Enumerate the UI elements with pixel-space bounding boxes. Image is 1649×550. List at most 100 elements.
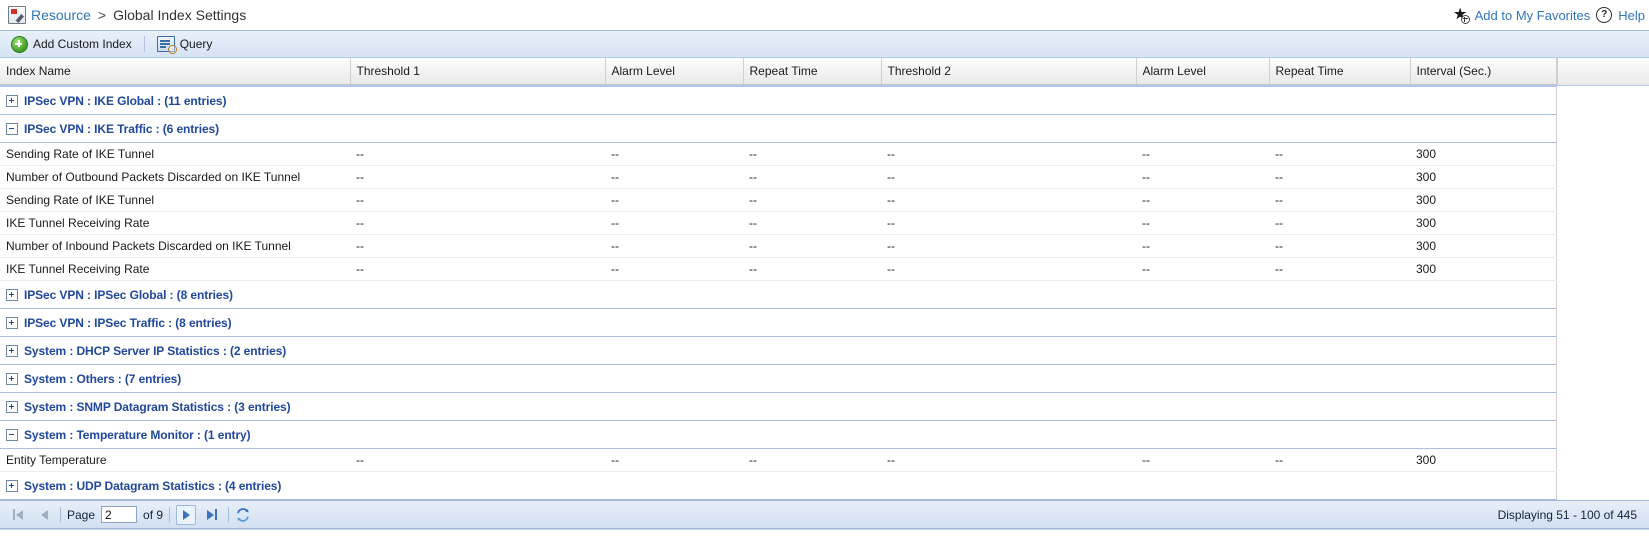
group-title: System : SNMP Datagram Statistics : (3 e…: [24, 400, 291, 414]
column-header-alarm-level-2[interactable]: Alarm Level: [1136, 58, 1269, 85]
group-title: System : DHCP Server IP Statistics : (2 …: [24, 344, 286, 358]
group-header-cell[interactable]: System : Others : (7 entries): [0, 365, 1556, 393]
cell-interval: 300: [1410, 258, 1556, 281]
cell-threshold-2: --: [881, 258, 1136, 281]
group-title: IPSec VPN : IKE Traffic : (6 entries): [24, 122, 219, 136]
collapse-icon[interactable]: [6, 123, 18, 135]
cell-alarm-level-2: --: [1136, 235, 1269, 258]
group-row[interactable]: System : SNMP Datagram Statistics : (3 e…: [0, 393, 1556, 421]
expand-icon[interactable]: [6, 480, 18, 492]
cell-alarm-level-1: --: [605, 143, 743, 166]
cell-repeat-time-2: --: [1269, 189, 1410, 212]
column-header-repeat-time-2[interactable]: Repeat Time: [1269, 58, 1410, 85]
group-row[interactable]: System : Temperature Monitor : (1 entry): [0, 421, 1556, 449]
cell-index-name: Number of Outbound Packets Discarded on …: [0, 166, 350, 189]
cell-threshold-2: --: [881, 235, 1136, 258]
column-header-threshold-2[interactable]: Threshold 2: [881, 58, 1136, 85]
column-header-repeat-time-1[interactable]: Repeat Time: [743, 58, 881, 85]
group-header-cell[interactable]: System : Temperature Monitor : (1 entry): [0, 421, 1556, 449]
page-title: Global Index Settings: [113, 7, 246, 23]
resource-icon: [8, 6, 26, 24]
refresh-icon[interactable]: [235, 507, 251, 523]
cell-alarm-level-1: --: [605, 235, 743, 258]
index-grid: Index Name Threshold 1 Alarm Level Repea…: [0, 58, 1649, 500]
cell-alarm-level-1: --: [605, 212, 743, 235]
add-custom-index-button[interactable]: Add Custom Index: [6, 33, 137, 56]
expand-icon[interactable]: [6, 373, 18, 385]
cell-repeat-time-1: --: [743, 258, 881, 281]
group-row[interactable]: IPSec VPN : IPSec Global : (8 entries): [0, 281, 1556, 309]
cell-threshold-1: --: [350, 212, 605, 235]
table-row[interactable]: IKE Tunnel Receiving Rate------------300: [0, 258, 1556, 281]
next-page-icon[interactable]: [176, 505, 196, 525]
global-index-settings-panel: Add Custom Index Query Index Name Thresh…: [0, 30, 1649, 529]
cell-interval: 300: [1410, 212, 1556, 235]
group-header-cell[interactable]: IPSec VPN : IKE Global : (11 entries): [0, 87, 1556, 115]
group-header-cell[interactable]: IPSec VPN : IPSec Traffic : (8 entries): [0, 309, 1556, 337]
expand-icon[interactable]: [6, 345, 18, 357]
cell-repeat-time-2: --: [1269, 143, 1410, 166]
group-title: IPSec VPN : IPSec Global : (8 entries): [24, 288, 233, 302]
table-row[interactable]: Entity Temperature------------300: [0, 449, 1556, 472]
group-row[interactable]: IPSec VPN : IKE Traffic : (6 entries): [0, 115, 1556, 143]
cell-repeat-time-1: --: [743, 449, 881, 472]
table-row[interactable]: Number of Inbound Packets Discarded on I…: [0, 235, 1556, 258]
column-header-index-name[interactable]: Index Name: [0, 58, 350, 85]
group-title: System : UDP Datagram Statistics : (4 en…: [24, 479, 281, 493]
group-header-cell[interactable]: System : DHCP Server IP Statistics : (2 …: [0, 337, 1556, 365]
column-header-threshold-1[interactable]: Threshold 1: [350, 58, 605, 85]
pager-divider-2: [169, 507, 170, 522]
cell-repeat-time-1: --: [743, 143, 881, 166]
group-header-cell[interactable]: IPSec VPN : IPSec Global : (8 entries): [0, 281, 1556, 309]
cell-threshold-2: --: [881, 212, 1136, 235]
breadcrumb: Resource > Global Index Settings: [8, 6, 246, 24]
collapse-icon[interactable]: [6, 429, 18, 441]
group-title: System : Temperature Monitor : (1 entry): [24, 428, 251, 442]
cell-alarm-level-2: --: [1136, 189, 1269, 212]
expand-icon[interactable]: [6, 95, 18, 107]
star-plus-icon[interactable]: [1454, 8, 1469, 23]
prev-page-icon[interactable]: [34, 505, 54, 525]
table-row[interactable]: Sending Rate of IKE Tunnel------------30…: [0, 189, 1556, 212]
query-label: Query: [180, 37, 213, 51]
grid-header-wrap: Index Name Threshold 1 Alarm Level Repea…: [0, 58, 1649, 86]
question-circle-icon[interactable]: ?: [1596, 7, 1612, 23]
expand-icon[interactable]: [6, 289, 18, 301]
group-header-cell[interactable]: System : UDP Datagram Statistics : (4 en…: [0, 472, 1556, 500]
group-header-cell[interactable]: IPSec VPN : IKE Traffic : (6 entries): [0, 115, 1556, 143]
query-button[interactable]: Query: [152, 33, 218, 55]
cell-index-name: IKE Tunnel Receiving Rate: [0, 258, 350, 281]
column-header-alarm-level-1[interactable]: Alarm Level: [605, 58, 743, 85]
group-row[interactable]: System : DHCP Server IP Statistics : (2 …: [0, 337, 1556, 365]
help-link[interactable]: Help: [1618, 8, 1645, 23]
cell-threshold-1: --: [350, 189, 605, 212]
group-header-cell[interactable]: System : SNMP Datagram Statistics : (3 e…: [0, 393, 1556, 421]
group-title: IPSec VPN : IPSec Traffic : (8 entries): [24, 316, 232, 330]
grid-body: IPSec VPN : IKE Global : (11 entries) IPS…: [0, 87, 1556, 500]
table-row[interactable]: Sending Rate of IKE Tunnel------------30…: [0, 143, 1556, 166]
expand-icon[interactable]: [6, 401, 18, 413]
group-title: System : Others : (7 entries): [24, 372, 181, 386]
group-row[interactable]: System : Others : (7 entries): [0, 365, 1556, 393]
group-row[interactable]: IPSec VPN : IKE Global : (11 entries): [0, 87, 1556, 115]
add-to-favorites-link[interactable]: Add to My Favorites: [1475, 8, 1591, 23]
toolbar-divider: [144, 36, 145, 52]
page-number-input[interactable]: [101, 506, 137, 523]
cell-index-name: Sending Rate of IKE Tunnel: [0, 143, 350, 166]
group-row[interactable]: IPSec VPN : IPSec Traffic : (8 entries): [0, 309, 1556, 337]
table-row[interactable]: IKE Tunnel Receiving Rate------------300: [0, 212, 1556, 235]
green-plus-circle-icon: [11, 36, 28, 53]
expand-icon[interactable]: [6, 317, 18, 329]
table-row[interactable]: Number of Outbound Packets Discarded on …: [0, 166, 1556, 189]
first-page-icon[interactable]: [8, 505, 28, 525]
pager-divider-1: [60, 507, 61, 522]
cell-repeat-time-1: --: [743, 212, 881, 235]
top-actions: Add to My Favorites ? Help: [1454, 0, 1645, 30]
last-page-icon[interactable]: [202, 505, 222, 525]
cell-index-name: Number of Inbound Packets Discarded on I…: [0, 235, 350, 258]
cell-threshold-1: --: [350, 449, 605, 472]
cell-index-name: Sending Rate of IKE Tunnel: [0, 189, 350, 212]
group-row[interactable]: System : UDP Datagram Statistics : (4 en…: [0, 472, 1556, 500]
column-header-interval[interactable]: Interval (Sec.): [1410, 58, 1556, 85]
breadcrumb-link-resource[interactable]: Resource: [31, 7, 91, 23]
